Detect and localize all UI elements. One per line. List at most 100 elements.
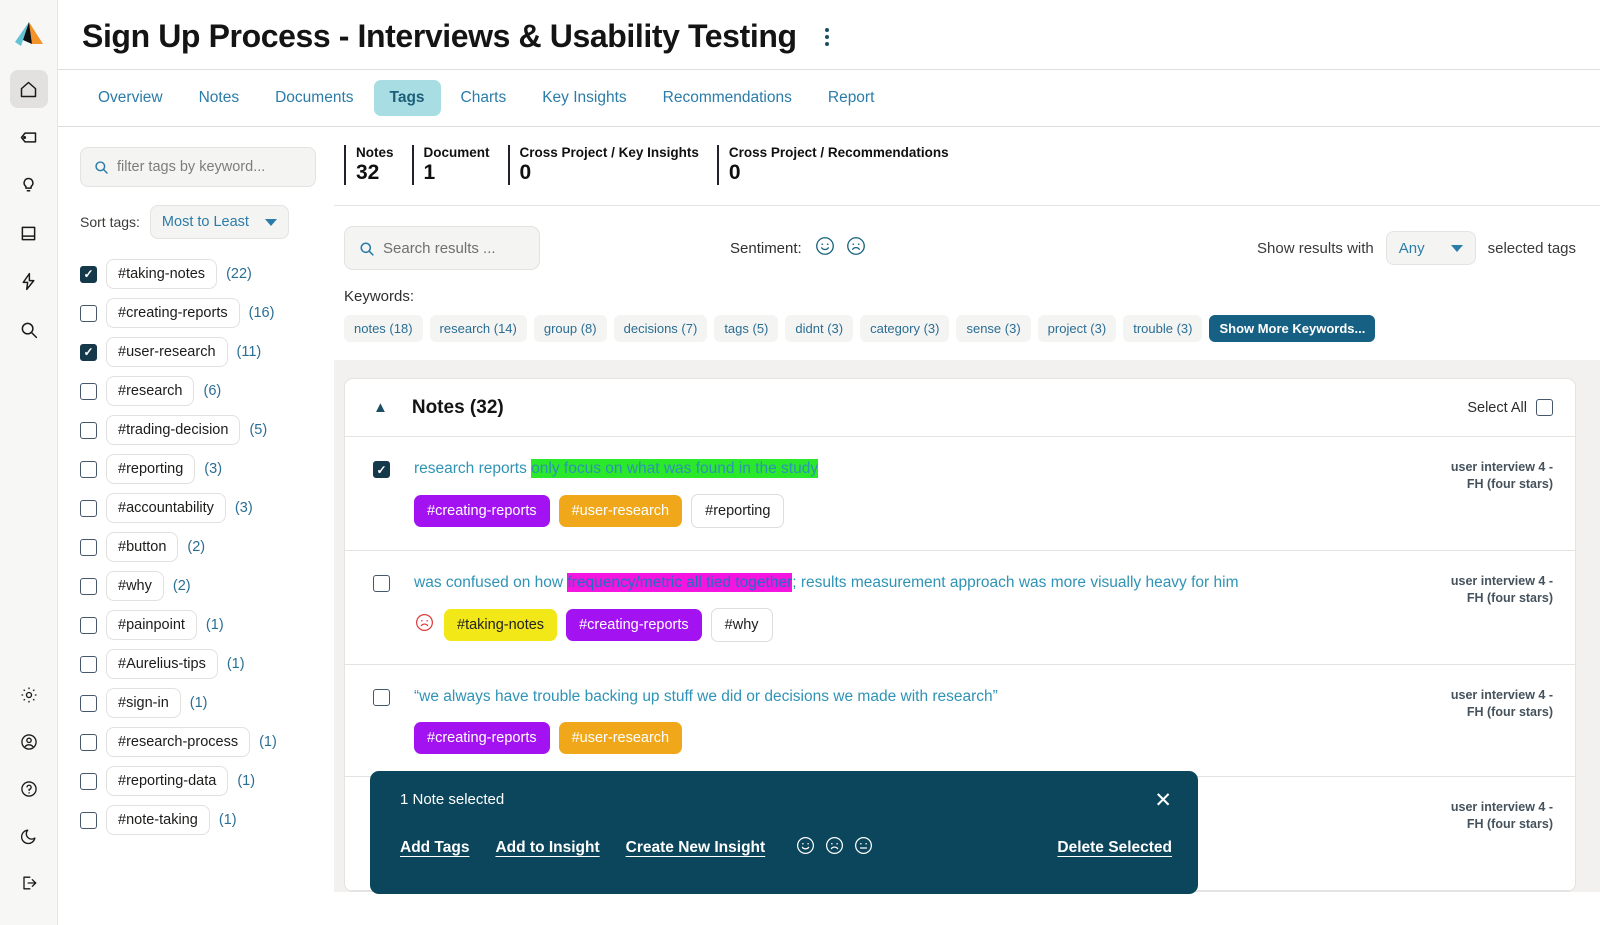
- keyword-chip[interactable]: decisions (7): [614, 315, 708, 342]
- tag-count: (2): [173, 578, 191, 594]
- note-tag[interactable]: #reporting: [691, 494, 784, 528]
- tag-filter-row: #user-research(11): [80, 337, 316, 367]
- keyword-chip[interactable]: trouble (3): [1123, 315, 1202, 342]
- lightning-icon[interactable]: [10, 262, 48, 300]
- tab-overview[interactable]: Overview: [82, 80, 179, 116]
- smile-face-icon[interactable]: [795, 835, 816, 861]
- stat-key: Notes: [356, 145, 394, 160]
- frown-face-icon[interactable]: [414, 612, 435, 638]
- collapse-chevron-icon[interactable]: ▲: [373, 399, 388, 416]
- tag-checkbox[interactable]: [80, 773, 97, 790]
- note-tag[interactable]: #creating-reports: [566, 609, 702, 641]
- keyword-chip[interactable]: research (14): [430, 315, 527, 342]
- close-icon[interactable]: ✕: [1154, 790, 1172, 811]
- tag-checkbox[interactable]: [80, 617, 97, 634]
- user-circle-icon[interactable]: [10, 723, 48, 761]
- note-tag[interactable]: #taking-notes: [444, 609, 557, 641]
- note-tag[interactable]: #why: [711, 608, 773, 642]
- tab-notes[interactable]: Notes: [183, 80, 256, 116]
- tag-checkbox[interactable]: [80, 500, 97, 517]
- note-checkbox[interactable]: [373, 689, 390, 706]
- select-all-control[interactable]: Select All: [1467, 399, 1553, 416]
- create-new-insight-button[interactable]: Create New Insight: [626, 839, 766, 857]
- question-circle-icon[interactable]: [10, 770, 48, 808]
- tag-chip[interactable]: #reporting: [106, 454, 195, 484]
- tag-chip[interactable]: #why: [106, 571, 164, 601]
- note-tag[interactable]: #creating-reports: [414, 722, 550, 754]
- frown-face-icon[interactable]: [824, 835, 845, 861]
- selected-tags-mode-select[interactable]: Any: [1386, 231, 1476, 265]
- keyword-chip[interactable]: category (3): [860, 315, 949, 342]
- aurelius-logo[interactable]: [12, 18, 46, 52]
- tag-checkbox[interactable]: [80, 539, 97, 556]
- tab-report[interactable]: Report: [812, 80, 891, 116]
- select-all-checkbox[interactable]: [1536, 399, 1553, 416]
- page-wrap: Sign Up Process - Interviews & Usability…: [58, 0, 1600, 925]
- tag-icon[interactable]: [10, 118, 48, 156]
- tag-checkbox[interactable]: [80, 656, 97, 673]
- tag-chip[interactable]: #trading-decision: [106, 415, 240, 445]
- home-icon[interactable]: [10, 70, 48, 108]
- tag-checkbox[interactable]: [80, 266, 97, 283]
- neutral-face-icon[interactable]: [853, 835, 874, 861]
- sort-tags-select[interactable]: Most to Least: [150, 205, 289, 239]
- tag-checkbox[interactable]: [80, 422, 97, 439]
- tag-chip[interactable]: #note-taking: [106, 805, 210, 835]
- tag-chip[interactable]: #button: [106, 532, 178, 562]
- tab-recommendations[interactable]: Recommendations: [647, 80, 808, 116]
- tag-chip[interactable]: #research-process: [106, 727, 250, 757]
- note-checkbox[interactable]: [373, 575, 390, 592]
- logout-icon[interactable]: [10, 864, 48, 902]
- tab-tags[interactable]: Tags: [374, 80, 441, 116]
- smile-face-icon[interactable]: [814, 235, 836, 262]
- lightbulb-icon[interactable]: [10, 166, 48, 204]
- tag-chip[interactable]: #painpoint: [106, 610, 197, 640]
- tag-chip[interactable]: #user-research: [106, 337, 228, 367]
- search-icon[interactable]: [10, 310, 48, 348]
- tag-checkbox[interactable]: [80, 812, 97, 829]
- stat-key: Document: [424, 145, 490, 160]
- keyword-chip[interactable]: didnt (3): [785, 315, 853, 342]
- note-checkbox[interactable]: [373, 461, 390, 478]
- rail-bottom-group: [10, 676, 48, 925]
- tag-checkbox[interactable]: [80, 461, 97, 478]
- keyword-chip[interactable]: tags (5): [714, 315, 778, 342]
- tab-documents[interactable]: Documents: [259, 80, 369, 116]
- tag-chip[interactable]: #accountability: [106, 493, 226, 523]
- delete-selected-button[interactable]: Delete Selected: [1057, 839, 1172, 857]
- book-icon[interactable]: [10, 214, 48, 252]
- tag-chip[interactable]: #sign-in: [106, 688, 181, 718]
- tag-checkbox[interactable]: [80, 344, 97, 361]
- keyword-chip[interactable]: group (8): [534, 315, 607, 342]
- keyword-chip[interactable]: sense (3): [956, 315, 1030, 342]
- gear-icon[interactable]: [10, 676, 48, 714]
- kebab-menu-icon[interactable]: [815, 22, 839, 52]
- tag-checkbox[interactable]: [80, 305, 97, 322]
- tag-checkbox[interactable]: [80, 383, 97, 400]
- keyword-chip[interactable]: project (3): [1038, 315, 1117, 342]
- tag-checkbox[interactable]: [80, 695, 97, 712]
- note-tag[interactable]: #user-research: [559, 722, 683, 754]
- show-more-keywords-button[interactable]: Show More Keywords...: [1209, 315, 1375, 342]
- note-tag[interactable]: #creating-reports: [414, 495, 550, 527]
- tab-charts[interactable]: Charts: [445, 80, 523, 116]
- frown-face-icon[interactable]: [845, 235, 867, 262]
- tab-key-insights[interactable]: Key Insights: [526, 80, 642, 116]
- note-highlight: only focus on what was found in the stud…: [531, 459, 818, 478]
- tag-chip[interactable]: #taking-notes: [106, 259, 217, 289]
- tag-chip[interactable]: #creating-reports: [106, 298, 240, 328]
- tag-filter-input[interactable]: filter tags by keyword...: [80, 147, 316, 187]
- note-tag[interactable]: #user-research: [559, 495, 683, 527]
- tag-checkbox[interactable]: [80, 734, 97, 751]
- keyword-chip[interactable]: notes (18): [344, 315, 423, 342]
- tag-filter-row: #why (2): [80, 571, 316, 601]
- moon-icon[interactable]: [10, 817, 48, 855]
- tag-checkbox[interactable]: [80, 578, 97, 595]
- search-results-input[interactable]: Search results ...: [344, 226, 540, 270]
- tag-chip[interactable]: #reporting-data: [106, 766, 228, 796]
- tag-chip[interactable]: #research: [106, 376, 194, 406]
- tag-chip[interactable]: #Aurelius-tips: [106, 649, 218, 679]
- add-to-insight-button[interactable]: Add to Insight: [495, 839, 599, 857]
- note-text: research reports only focus on what was …: [414, 459, 1441, 480]
- add-tags-button[interactable]: Add Tags: [400, 839, 469, 857]
